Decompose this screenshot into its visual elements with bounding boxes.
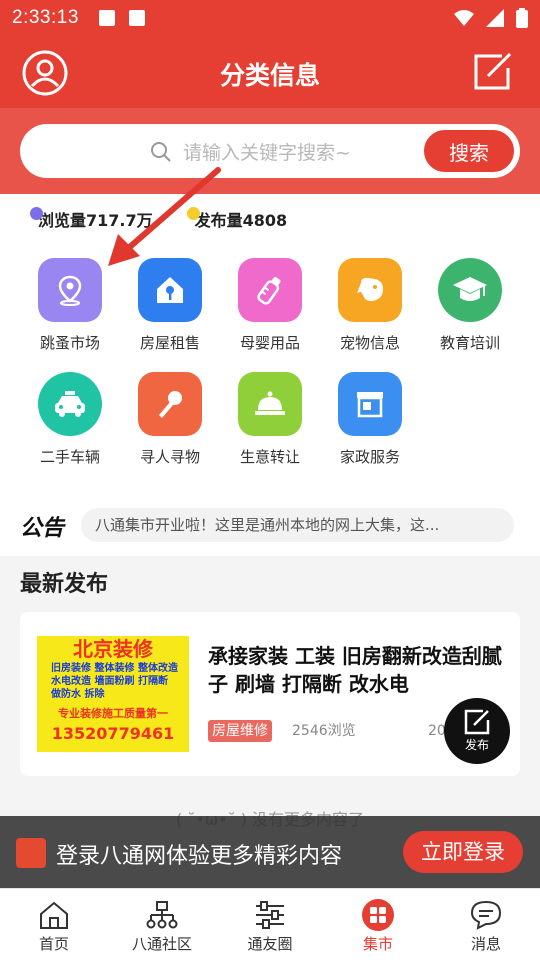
category-label: 生意转让 [239,448,300,466]
category-label: 宠物信息 [339,334,400,352]
service-bell-icon [255,391,285,415]
search-band: 请输入关键字搜索~ 搜索 [0,108,540,194]
nav-messages[interactable]: 消息 [432,897,540,954]
battery-icon [516,8,528,28]
category-label: 寻人寻物 [139,448,200,466]
nav-market[interactable]: 集市 [324,897,432,954]
nav-label: 消息 [470,935,501,953]
signal-icon [486,9,504,27]
nav-label: 通友圈 [247,935,293,953]
market-icon [362,899,394,931]
post-views: 2546浏览 [292,723,356,739]
app-header: 分类信息 [0,36,540,108]
category-label: 房屋租售 [139,334,200,352]
taxi-icon [55,391,85,417]
image-notification-icon [98,10,115,26]
baby-bottle-icon [257,277,281,305]
category-housekeeping[interactable]: 家政服务 [320,372,420,467]
edit-icon[interactable] [472,50,514,92]
house-key-icon [157,277,183,303]
notice-bar: 公告 八通集市开业啦！这里是通州本地的网上大集，这... [0,494,540,556]
nav-friends[interactable]: 通友圈 [216,897,324,954]
category-education[interactable]: 教育培训 [420,258,520,353]
sliders-icon [256,901,284,929]
notice-text[interactable]: 八通集市开业啦！这里是通州本地的网上大集，这... [81,508,514,542]
category-label: 家政服务 [339,448,400,466]
category-pets[interactable]: 宠物信息 [320,258,420,353]
login-prompt-text: 登录八通网体验更多精彩内容 [56,844,343,869]
nav-home[interactable]: 首页 [0,897,108,954]
dog-icon [357,277,383,302]
wifi-icon [454,10,474,26]
login-button[interactable]: 立即登录 [403,831,523,873]
message-icon [470,900,502,930]
pointer-arrow [108,167,221,266]
category-lost-found[interactable]: 寻人寻物 [120,372,220,467]
status-time: 2:33:13 [12,7,79,28]
search-icon [151,142,171,162]
category-used-cars[interactable]: 二手车辆 [20,372,120,467]
page-title: 分类信息 [219,61,320,90]
app-logo [16,838,46,868]
login-prompt-bar: 登录八通网体验更多精彩内容 立即登录 [0,816,540,888]
location-pin-icon [58,275,82,306]
search-input[interactable]: 请输入关键字搜索~ [183,138,351,165]
nav-label: 集市 [362,935,393,953]
app-notification-icon [128,10,145,26]
category-baby[interactable]: 母婴用品 [220,258,320,353]
status-bar: 2:33:13 [0,0,540,36]
bottom-nav: 首页 八通社区 通友圈 集市 消息 [0,888,540,960]
nav-community[interactable]: 八通社区 [108,897,216,954]
home-icon [40,901,68,929]
nav-label: 八通社区 [131,935,192,953]
post-title[interactable]: 承接家装 工装 旧房翻新改造刮腻子 刷墙 打隔断 改水电 [208,642,508,698]
microphone-icon [159,391,182,418]
category-housing[interactable]: 房屋租售 [120,258,220,353]
community-icon [146,901,178,929]
nav-label: 首页 [38,935,69,953]
search-box[interactable]: 请输入关键字搜索~ 搜索 [20,124,520,178]
compose-icon [464,709,490,735]
category-label: 二手车辆 [39,448,100,466]
publish-label: 发布 [464,738,489,752]
views-dot [30,207,43,220]
post-thumbnail[interactable]: 北京装修 旧房装修 整体装修 整体改造 水电改造 墙面粉刷 打隔断 做防水 拆除… [37,636,189,752]
publish-fab[interactable]: 发布 [444,698,510,764]
graduation-cap-icon [453,277,487,301]
category-label: 教育培训 [439,334,500,352]
category-label: 母婴用品 [239,334,300,352]
search-button[interactable]: 搜索 [422,128,516,174]
storefront-icon [357,392,383,418]
latest-heading: 最新发布 [20,572,109,597]
category-business-transfer[interactable]: 生意转让 [220,372,320,467]
category-label: 跳蚤市场 [39,334,100,352]
category-flea-market[interactable]: 跳蚤市场 [20,258,120,353]
notice-badge: 公告 [20,516,65,541]
post-category-tag: 房屋维修 [208,720,272,742]
